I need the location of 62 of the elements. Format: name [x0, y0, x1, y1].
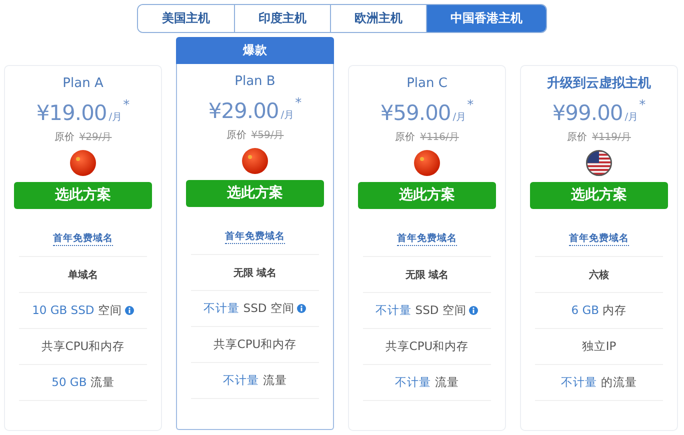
original-label: 原价 — [395, 131, 416, 144]
feature-text: 6 GB — [571, 303, 600, 318]
feature-text: 不计量 — [561, 375, 598, 390]
flag-icon — [242, 148, 268, 174]
select-plan-button[interactable]: 选此方案 — [358, 182, 496, 209]
feature-text: 共享CPU和内存 — [41, 339, 125, 354]
footnote-mark: * — [467, 98, 474, 113]
flag-icon — [70, 150, 96, 176]
feature-text: 无限 域名 — [405, 268, 449, 282]
price-unit: /月 — [624, 111, 638, 124]
feature-text: 内存 — [602, 303, 627, 318]
feature-text: 50 GB — [52, 375, 87, 390]
feature-text: 10 GB SSD — [32, 303, 94, 318]
footnote-mark: * — [295, 96, 302, 111]
feature-text: 不计量 — [376, 303, 412, 318]
feature-text: 共享CPU和内存 — [385, 339, 469, 354]
feature-text: SSD 空间 — [242, 301, 294, 316]
feature-text: 独立IP — [582, 339, 616, 354]
plan-title: Plan B — [234, 73, 276, 91]
original-price: ¥59/月 — [251, 129, 284, 142]
feature-text[interactable]: 首年免费域名 — [225, 230, 285, 244]
feature-text: 不计量 — [395, 375, 432, 390]
flag-icon — [586, 150, 612, 176]
original-price: ¥29/月 — [79, 131, 112, 144]
feature-text: 不计量 — [204, 301, 240, 316]
feature-text: 不计量 — [223, 373, 260, 388]
feature-text: 空间 — [96, 303, 122, 318]
footnote-mark: * — [123, 98, 130, 113]
feature-text: 流量 — [89, 375, 114, 390]
select-plan-button[interactable]: 选此方案 — [530, 182, 668, 209]
price: ¥19.00 — [36, 100, 107, 127]
footnote-mark: * — [639, 98, 646, 113]
feature-text: SSD 空间 — [414, 303, 466, 318]
feature-text: 流量 — [434, 375, 459, 390]
price-unit: /月 — [452, 111, 466, 124]
feature-text: 流量 — [262, 373, 287, 388]
feature-text[interactable]: 首年免费域名 — [397, 232, 457, 246]
original-label: 原价 — [567, 131, 588, 144]
price-unit: /月 — [280, 109, 294, 122]
feature-text: 无限 域名 — [233, 266, 277, 280]
price: ¥59.00 — [380, 100, 451, 127]
feature-text: 六核 — [589, 268, 609, 282]
price-unit: /月 — [108, 111, 122, 124]
plan-title: Plan C — [406, 75, 448, 93]
select-plan-button[interactable]: 选此方案 — [186, 180, 324, 207]
price: ¥99.00 — [552, 100, 623, 127]
original-label: 原价 — [54, 131, 74, 144]
feature-text: 共享CPU和内存 — [213, 337, 297, 352]
popular-badge: 爆款 — [176, 37, 334, 64]
original-price: ¥119/月 — [592, 131, 631, 144]
plan-title: Plan A — [62, 75, 104, 93]
original-price: ¥116/月 — [420, 131, 459, 144]
flag-icon — [414, 150, 440, 176]
plan-title: 升级到云虚拟主机 — [547, 74, 651, 93]
feature-text[interactable]: 首年免费域名 — [569, 232, 629, 246]
select-plan-button[interactable]: 选此方案 — [14, 182, 152, 209]
feature-text: 的流量 — [600, 375, 637, 390]
tab[interactable]: 中国香港主机 — [426, 5, 546, 32]
feature-text: 单域名 — [68, 268, 98, 282]
price: ¥29.00 — [208, 98, 279, 125]
feature-text[interactable]: 首年免费域名 — [53, 232, 113, 246]
original-label: 原价 — [226, 129, 246, 142]
